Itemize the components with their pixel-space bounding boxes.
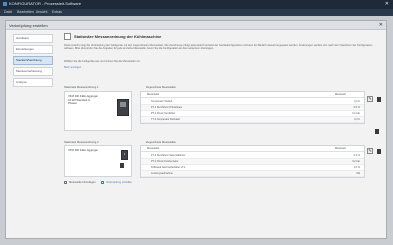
instruction-text: Wählen Sie die Feldgeräte aus und ordnen… bbox=[64, 60, 141, 63]
row-value: 0,5 % bbox=[353, 106, 360, 109]
device-card-1[interactable]: VKM 300 Kälte-Aggregat 18 kW Standard 3-… bbox=[64, 91, 132, 131]
row-name: PT-1 Druck Verdichter bbox=[151, 112, 176, 115]
table-row[interactable]: FT-1 Durchfluss Primärkreis 0,5 % bbox=[141, 105, 364, 111]
trash-icon[interactable] bbox=[377, 97, 381, 102]
column-header-station: Messstelle bbox=[147, 93, 160, 96]
link-icon bbox=[101, 181, 104, 184]
dialog-titlebar: Verknüpfung erstellen ✕ bbox=[6, 21, 386, 30]
sidebar-item-measurement[interactable]: Messwerterfassung bbox=[13, 67, 53, 76]
device-image-2 bbox=[121, 150, 128, 160]
row-value: 0,4 % bbox=[353, 154, 360, 157]
row-name: PT-2 Druck Kondensator bbox=[151, 160, 179, 163]
row-value: 0,1 bar bbox=[352, 112, 360, 115]
document-icon bbox=[64, 33, 71, 40]
plus-icon bbox=[64, 181, 67, 184]
link-dialog: Verknüpfung erstellen ✕ bbox=[5, 20, 387, 239]
mapping-table-1: Messstelle Messwert Temperatur Vorlauf 0,… bbox=[140, 91, 365, 124]
menu-item-file[interactable]: Datei bbox=[4, 10, 12, 14]
sidebar: Hardware Einstellungen Stecker/Zuordnung… bbox=[13, 34, 53, 89]
show-more-link[interactable]: Mehr anzeigen bbox=[64, 66, 81, 69]
row-value: 0,2 K bbox=[354, 100, 360, 103]
sidebar-item-hardware[interactable]: Hardware bbox=[13, 34, 53, 43]
row-name: Füllstand Sammelbehälter LT-1 bbox=[151, 166, 186, 169]
menu-item-view[interactable]: Ansicht bbox=[36, 10, 47, 14]
mapping-table-2: Messstelle Messwert FT-2 Durchfluss Seku… bbox=[140, 145, 365, 178]
window-titlebar: KONFIGURATOR - Prozessleit-Software ✕ bbox=[0, 0, 393, 9]
device-label-1: Stationäre Messanordnung 1 bbox=[64, 86, 99, 89]
row-value: kW bbox=[356, 172, 360, 175]
device-label-2: Stationäre Messanordnung 2 bbox=[64, 141, 99, 144]
column-header-station: Messstelle bbox=[147, 147, 160, 150]
dialog-title: Verknüpfung erstellen bbox=[9, 23, 48, 28]
trash-icon[interactable] bbox=[375, 129, 379, 134]
menu-item-edit[interactable]: Bearbeiten bbox=[17, 10, 34, 14]
row-value: 0,3 K bbox=[354, 118, 360, 121]
table-row[interactable]: PT-1 Druck Verdichter 0,1 bar bbox=[141, 111, 364, 117]
menubar: Datei Bearbeiten Ansicht Extras bbox=[0, 9, 393, 16]
description-text: Diese Ansicht zeigt die Verknüpfung der … bbox=[64, 44, 373, 51]
trash-icon[interactable] bbox=[377, 149, 381, 154]
device-name-1: VKM 300 Kälte-Aggregat 18 kW Standard 3-… bbox=[68, 95, 98, 105]
device-image-1 bbox=[117, 99, 129, 116]
row-name: FT-2 Durchfluss Sekundärkreis bbox=[151, 154, 186, 157]
edit-icon[interactable]: ✎ bbox=[367, 148, 373, 154]
menu-item-tools[interactable]: Extras bbox=[52, 10, 62, 14]
column-header-value: Messwert bbox=[334, 93, 346, 96]
sidebar-item-analysis[interactable]: Analyse bbox=[13, 78, 53, 87]
table-row[interactable]: PT-2 Druck Kondensator 0,2 bar bbox=[141, 159, 364, 165]
table-header-1: Messstelle Messwert bbox=[141, 92, 364, 98]
column-header-value: Messwert bbox=[334, 147, 346, 150]
add-station-link[interactable]: Messstelle hinzufügen bbox=[64, 181, 96, 184]
table-row[interactable]: Füllstand Sammelbehälter LT-1 1,0 % bbox=[141, 165, 364, 171]
table-label-1: Zugeordnete Messstellen bbox=[146, 86, 177, 89]
row-value: 0,2 bar bbox=[352, 160, 360, 163]
row-name: FT-1 Durchfluss Primärkreis bbox=[151, 106, 182, 109]
create-link-label: Verknüpfung erstellen bbox=[106, 181, 132, 185]
table-row[interactable]: FT-2 Durchfluss Sekundärkreis 0,4 % bbox=[141, 153, 364, 159]
row-name: Leistungsaufnahme bbox=[151, 172, 173, 175]
sidebar-item-settings[interactable]: Einstellungen bbox=[13, 45, 53, 54]
sidebar-item-mapping[interactable]: Stecker/Zuordnung bbox=[13, 56, 53, 65]
dialog-close-icon[interactable]: ✕ bbox=[379, 22, 383, 28]
device-card-2[interactable]: VKM 300 Kälte-Aggregat bbox=[64, 145, 132, 177]
table-row[interactable]: TT-2 Temperatur Rücklauf 0,3 K bbox=[141, 117, 364, 123]
window-close-icon[interactable]: ✕ bbox=[385, 1, 389, 7]
page-title: Stationäre Messanordnung der Kühlmaschin… bbox=[74, 34, 162, 39]
table-header-2: Messstelle Messwert bbox=[141, 146, 364, 152]
row-name: TT-2 Temperatur Rücklauf bbox=[151, 118, 180, 121]
add-station-label: Messstelle hinzufügen bbox=[69, 181, 96, 185]
table-row[interactable]: Leistungsaufnahme kW bbox=[141, 171, 364, 177]
table-label-2: Zugeordnete Messstellen bbox=[146, 141, 177, 144]
row-value: 1,0 % bbox=[353, 166, 360, 169]
row-name: Temperatur Vorlauf bbox=[151, 100, 173, 103]
device-name-2: VKM 300 Kälte-Aggregat bbox=[68, 149, 98, 152]
window-title: KONFIGURATOR - Prozessleit-Software bbox=[9, 1, 82, 6]
create-link-button[interactable]: Verknüpfung erstellen bbox=[101, 181, 132, 184]
app-icon bbox=[3, 2, 7, 6]
edit-icon[interactable]: ✎ bbox=[367, 96, 373, 102]
table-row[interactable]: Temperatur Vorlauf 0,2 K bbox=[141, 99, 364, 105]
trash-icon[interactable] bbox=[120, 163, 124, 168]
